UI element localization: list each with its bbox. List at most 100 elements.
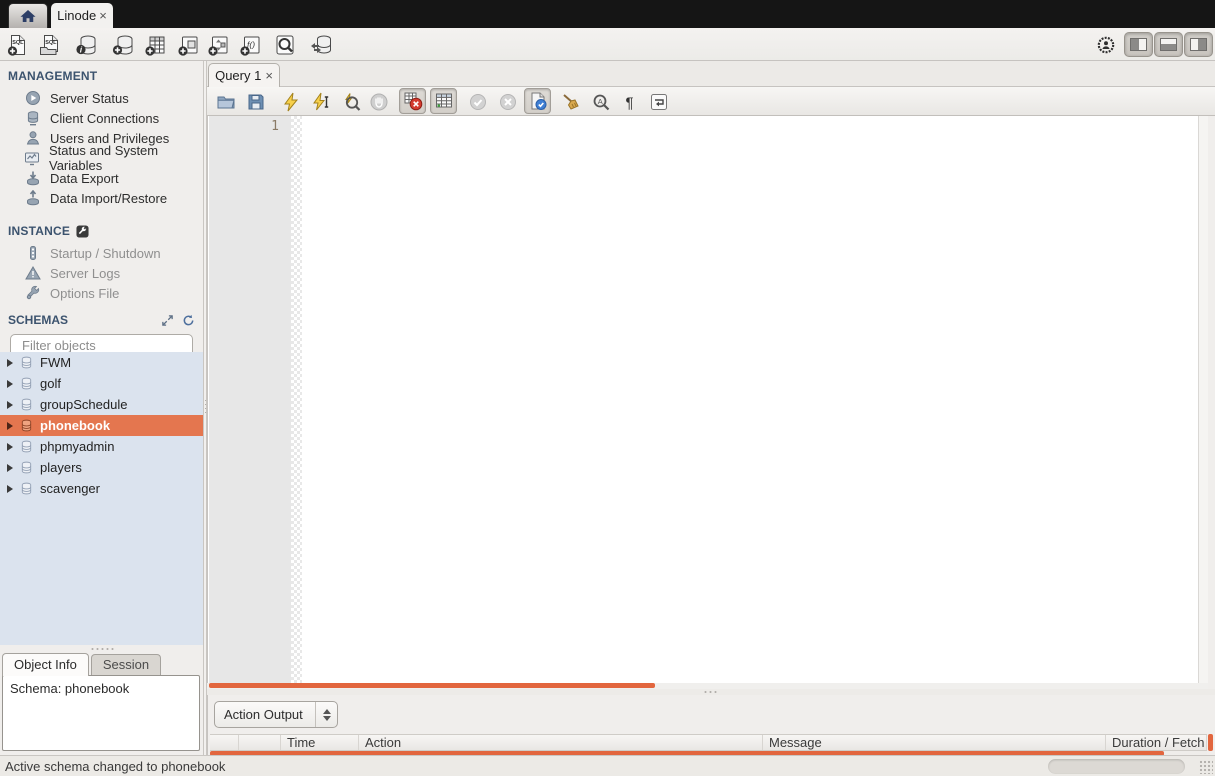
schema-row-groupschedule[interactable]: groupSchedule (0, 394, 203, 415)
output-vertical-scrollbar-thumb[interactable] (1208, 734, 1213, 751)
close-icon[interactable]: × (99, 8, 107, 23)
schema-row-players[interactable]: players (0, 457, 203, 478)
column-header-message[interactable]: Message (763, 735, 1106, 750)
connection-tab-linode[interactable]: Linode × (51, 3, 113, 28)
autocommit-icon (528, 91, 548, 111)
expander-icon[interactable] (7, 380, 13, 388)
database-icon (20, 482, 33, 495)
column-header-duration[interactable]: Duration / Fetch (1106, 735, 1207, 750)
home-tab[interactable] (8, 3, 48, 28)
clear-query-button[interactable] (560, 91, 582, 113)
schema-inspector-button[interactable]: i (73, 32, 99, 58)
mysql-workbench-window: Linode × SQL SQL i f() (0, 0, 1215, 776)
sidebar-splitter-handle[interactable] (90, 647, 116, 651)
schema-row-golf[interactable]: golf (0, 373, 203, 394)
toggle-wrap-button[interactable] (648, 91, 670, 113)
schema-row-phonebook[interactable]: phonebook (0, 415, 203, 436)
create-table-button[interactable] (143, 32, 169, 58)
toggle-stop-on-error-button[interactable] (399, 88, 426, 114)
stop-execution-button[interactable] (368, 91, 390, 113)
refresh-schemas-button[interactable] (182, 314, 195, 327)
limit-rows-button[interactable] (430, 88, 457, 114)
schema-row-scavenger[interactable]: scavenger (0, 478, 203, 499)
schema-row-phpmyadmin[interactable]: phpmyadmin (0, 436, 203, 457)
save-button[interactable] (245, 91, 267, 113)
limit-rows-grid-icon (434, 91, 454, 111)
schema-inspector-icon: i (74, 33, 98, 57)
output-type-label: Action Output (215, 707, 315, 722)
reconnect-dbms-button[interactable] (308, 32, 334, 58)
expander-icon[interactable] (7, 422, 13, 430)
create-procedure-button[interactable] (206, 32, 232, 58)
create-function-button[interactable]: f() (238, 32, 264, 58)
expand-schemas-button[interactable] (161, 314, 174, 327)
line-number-gutter: 1 (209, 116, 291, 683)
expander-icon[interactable] (7, 464, 13, 472)
create-view-button[interactable] (176, 32, 202, 58)
spinner-icon[interactable] (315, 702, 337, 727)
instance-section-title: INSTANCE (0, 208, 203, 243)
home-icon (19, 7, 37, 25)
main-toolbar: SQL SQL i f() (0, 28, 1215, 61)
toggle-output-area-button[interactable] (1154, 32, 1183, 57)
editor-vertical-scrollbar[interactable] (1198, 116, 1208, 683)
sidebar-bottom-tabs: Object Info Session (2, 652, 161, 676)
search-table-data-button[interactable] (272, 32, 298, 58)
create-table-icon (144, 33, 168, 57)
svg-text:A: A (598, 97, 603, 106)
account-icon (1097, 36, 1115, 54)
toggle-right-sidebar-button[interactable] (1184, 32, 1213, 57)
expander-icon[interactable] (7, 401, 13, 409)
database-icon (20, 461, 33, 474)
data-export-icon (24, 170, 41, 186)
expander-icon[interactable] (7, 443, 13, 451)
fold-margin (291, 116, 302, 683)
commit-button[interactable] (467, 91, 489, 113)
execute-all-button[interactable] (280, 91, 302, 113)
show-invisibles-button[interactable]: ¶ (620, 91, 642, 113)
explain-plan-button[interactable] (340, 91, 362, 113)
output-area-toggle-icon (1160, 38, 1177, 51)
new-query-tab-button[interactable]: SQL (5, 32, 31, 58)
find-button[interactable]: A (590, 91, 612, 113)
new-query-tab-icon: SQL (6, 33, 30, 57)
tab-object-info[interactable]: Object Info (2, 653, 89, 676)
expander-icon[interactable] (7, 359, 13, 367)
system-variables-icon (24, 150, 40, 166)
sidebar-item-server-logs[interactable]: Server Logs (0, 263, 203, 283)
tab-session[interactable]: Session (91, 654, 161, 676)
warning-triangle-icon (24, 265, 41, 281)
execute-current-button[interactable] (310, 91, 332, 113)
rollback-button[interactable] (497, 91, 519, 113)
sidebar-item-startup-shutdown[interactable]: Startup / Shutdown (0, 243, 203, 263)
toggle-autocommit-button[interactable] (524, 88, 551, 114)
column-header-action[interactable]: Action (359, 735, 763, 750)
sidebar-item-client-connections[interactable]: Client Connections (0, 108, 203, 128)
schema-tree: FWM golf groupSchedule phonebook phpmyad (0, 352, 203, 645)
column-header-time[interactable]: Time (281, 735, 359, 750)
sql-editor[interactable]: 1 (207, 116, 1208, 683)
create-schema-button[interactable] (110, 32, 136, 58)
close-icon[interactable]: × (265, 68, 273, 83)
sidebar-item-server-status[interactable]: Server Status (0, 88, 203, 108)
sidebar-item-status-system-variables[interactable]: Status and System Variables (0, 148, 203, 168)
output-type-select[interactable]: Action Output (214, 701, 338, 728)
open-sql-script-button[interactable]: SQL (37, 32, 63, 58)
open-file-button[interactable] (215, 91, 237, 113)
schemas-section-title: SCHEMAS (8, 313, 153, 327)
expander-icon[interactable] (7, 485, 13, 493)
tab-query-1[interactable]: Query 1 × (208, 63, 280, 87)
sidebar-item-data-import[interactable]: Data Import/Restore (0, 188, 203, 208)
editor-horizontal-scrollbar-thumb[interactable] (209, 683, 655, 688)
toggle-left-sidebar-button[interactable] (1124, 32, 1153, 57)
right-sidebar-toggle-icon (1190, 38, 1207, 51)
schema-filter-input[interactable] (22, 338, 198, 353)
account-button[interactable] (1093, 32, 1119, 58)
window-resize-grip[interactable] (1199, 760, 1213, 774)
column-header-blank2[interactable] (239, 735, 281, 750)
connection-tab-label: Linode (57, 8, 96, 23)
sidebar-item-options-file[interactable]: Options File (0, 283, 203, 303)
column-header-blank1[interactable] (210, 735, 239, 750)
create-function-icon: f() (239, 33, 263, 57)
schema-row-fwm[interactable]: FWM (0, 352, 203, 373)
